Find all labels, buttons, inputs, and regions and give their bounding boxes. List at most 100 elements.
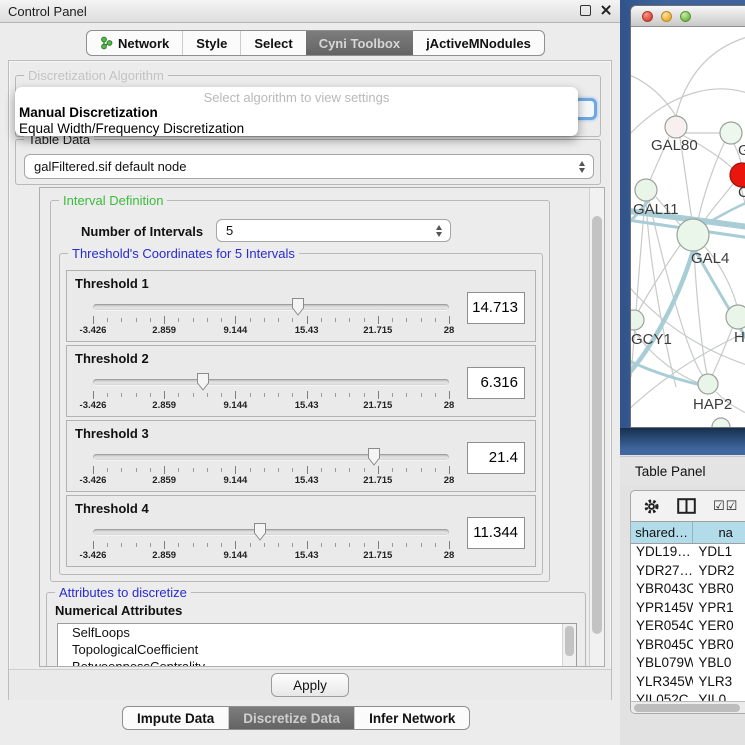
network-edge[interactable]: [741, 187, 745, 317]
cell-shared-name[interactable]: YDR27…: [631, 563, 693, 582]
gear-icon[interactable]: [643, 498, 660, 515]
close-traffic-light[interactable]: [642, 11, 653, 22]
slider-ticks: [93, 391, 449, 400]
threshold-value-field[interactable]: 21.4: [467, 442, 525, 474]
cell-name[interactable]: YBL0: [693, 655, 745, 674]
network-icon: [100, 36, 113, 50]
table-row[interactable]: YDL19…YDL1: [631, 544, 745, 563]
cell-shared-name[interactable]: YBR043C: [631, 581, 693, 600]
network-node[interactable]: [635, 179, 657, 201]
network-node[interactable]: [631, 310, 644, 330]
tab-network[interactable]: Network: [87, 31, 182, 55]
slider-track[interactable]: [93, 304, 449, 311]
slider-tick-labels: -3.4262.8599.14415.4321.71528: [93, 400, 449, 412]
cell-name[interactable]: YDR2: [693, 563, 745, 582]
list-scrollbar[interactable]: [562, 624, 576, 667]
cell-shared-name[interactable]: YBR045C: [631, 637, 693, 656]
tab-impute-data[interactable]: Impute Data: [123, 707, 228, 729]
cell-shared-name[interactable]: YLR345W: [631, 674, 693, 693]
minimize-traffic-light[interactable]: [661, 11, 672, 22]
number-of-intervals-combobox[interactable]: 5: [216, 219, 451, 242]
column-header-name[interactable]: na: [693, 522, 745, 543]
cell-shared-name[interactable]: YDL19…: [631, 544, 693, 563]
table-data-combobox[interactable]: galFiltered.sif default node: [24, 154, 594, 179]
network-node[interactable]: [712, 418, 730, 428]
tab-infer-network[interactable]: Infer Network: [354, 707, 469, 729]
cell-name[interactable]: YBR0: [693, 637, 745, 656]
apply-button[interactable]: Apply: [271, 673, 349, 697]
threshold-value-field[interactable]: 6.316: [467, 367, 525, 399]
cell-name[interactable]: YIL0: [693, 692, 745, 701]
tab-discretize-data[interactable]: Discretize Data: [228, 707, 354, 729]
network-edge[interactable]: [646, 201, 676, 387]
table-row[interactable]: YER054CYER0: [631, 618, 745, 637]
apply-row: Apply: [9, 669, 611, 700]
cell-name[interactable]: YDL1: [693, 544, 745, 563]
checkbox-checked-icons[interactable]: ☑☑: [713, 499, 738, 514]
threshold-value-field[interactable]: 14.713: [467, 292, 525, 324]
slider-ticks: [93, 466, 449, 475]
table-panel-title: Table Panel: [620, 464, 706, 479]
dropdown-option-manual-discretization[interactable]: Manual Discretization: [15, 105, 578, 121]
network-node[interactable]: [665, 116, 687, 138]
float-window-icon[interactable]: [580, 5, 591, 16]
network-node-label: GAL4: [691, 250, 729, 267]
threshold-panel: Threshold 3-3.4262.8599.14415.4321.71528…: [66, 420, 536, 492]
slider-thumb[interactable]: [291, 297, 305, 316]
table-row[interactable]: YLR345WYLR3: [631, 674, 745, 693]
network-canvas[interactable]: GAL80GACGAL11GAL4GCY1HHAP2: [631, 27, 745, 428]
network-edge[interactable]: [631, 201, 645, 377]
network-node[interactable]: [698, 374, 718, 394]
slider-track[interactable]: [93, 529, 449, 536]
slider-track[interactable]: [93, 454, 449, 461]
table-row[interactable]: YBL079WYBL0: [631, 655, 745, 674]
slider-ticks: [93, 541, 449, 550]
tab-select[interactable]: Select: [240, 31, 305, 55]
cell-shared-name[interactable]: YIL052C: [631, 692, 693, 701]
zoom-traffic-light[interactable]: [680, 11, 691, 22]
cell-shared-name[interactable]: YPR145W: [631, 600, 693, 619]
vertical-scrollbar[interactable]: [589, 188, 604, 666]
slider-thumb[interactable]: [196, 372, 210, 391]
dropdown-option-equal-width[interactable]: Equal Width/Frequency Discretization: [15, 121, 578, 137]
network-window-titlebar[interactable]: [631, 6, 745, 27]
split-columns-icon[interactable]: [677, 498, 696, 514]
slider-tick-labels: -3.4262.8599.14415.4321.71528: [93, 550, 449, 562]
network-edge[interactable]: [676, 32, 745, 116]
cell-name[interactable]: YPR1: [693, 600, 745, 619]
horizontal-scrollbar[interactable]: [631, 701, 745, 714]
table-row[interactable]: YBR045CYBR0: [631, 637, 745, 656]
cell-shared-name[interactable]: YBL079W: [631, 655, 693, 674]
threshold-label: Threshold 3: [75, 426, 149, 441]
network-node[interactable]: [720, 122, 742, 144]
network-node[interactable]: [677, 219, 709, 251]
table-row[interactable]: YBR043CYBR0: [631, 581, 745, 600]
slider-tick-labels: -3.4262.8599.14415.4321.71528: [93, 325, 449, 337]
screen: Control Panel Network Style Select Cyni …: [0, 0, 745, 745]
cell-shared-name[interactable]: YER054C: [631, 618, 693, 637]
list-item[interactable]: TopologicalCoefficient: [58, 641, 576, 658]
table-row[interactable]: YPR145WYPR1: [631, 600, 745, 619]
network-window-frame-bottom: [620, 428, 745, 455]
slider-track[interactable]: [93, 379, 449, 386]
network-edge[interactable]: [631, 69, 676, 116]
network-edge[interactable]: [712, 326, 733, 376]
cell-name[interactable]: YER0: [693, 618, 745, 637]
close-icon[interactable]: [600, 4, 612, 16]
list-item[interactable]: BetweennessCentrality: [58, 658, 576, 667]
tab-cyni-toolbox[interactable]: Cyni Toolbox: [306, 31, 413, 55]
column-header-shared-name[interactable]: shared…: [631, 522, 693, 543]
list-item[interactable]: SelfLoops: [58, 624, 576, 641]
cell-name[interactable]: YLR3: [693, 674, 745, 693]
threshold-value-field[interactable]: 11.344: [467, 517, 525, 549]
table-row[interactable]: YDR27…YDR2: [631, 563, 745, 582]
cell-name[interactable]: YBR0: [693, 581, 745, 600]
table-row[interactable]: YIL052CYIL0: [631, 692, 745, 701]
network-node[interactable]: [726, 305, 745, 329]
number-of-intervals-label: Number of Intervals: [81, 224, 203, 239]
tab-style[interactable]: Style: [182, 31, 240, 55]
slider-thumb[interactable]: [367, 447, 381, 466]
tab-jactivemnodules[interactable]: jActiveMNodules: [413, 31, 544, 55]
network-node-label: GA: [738, 142, 745, 159]
slider-thumb[interactable]: [253, 522, 267, 541]
